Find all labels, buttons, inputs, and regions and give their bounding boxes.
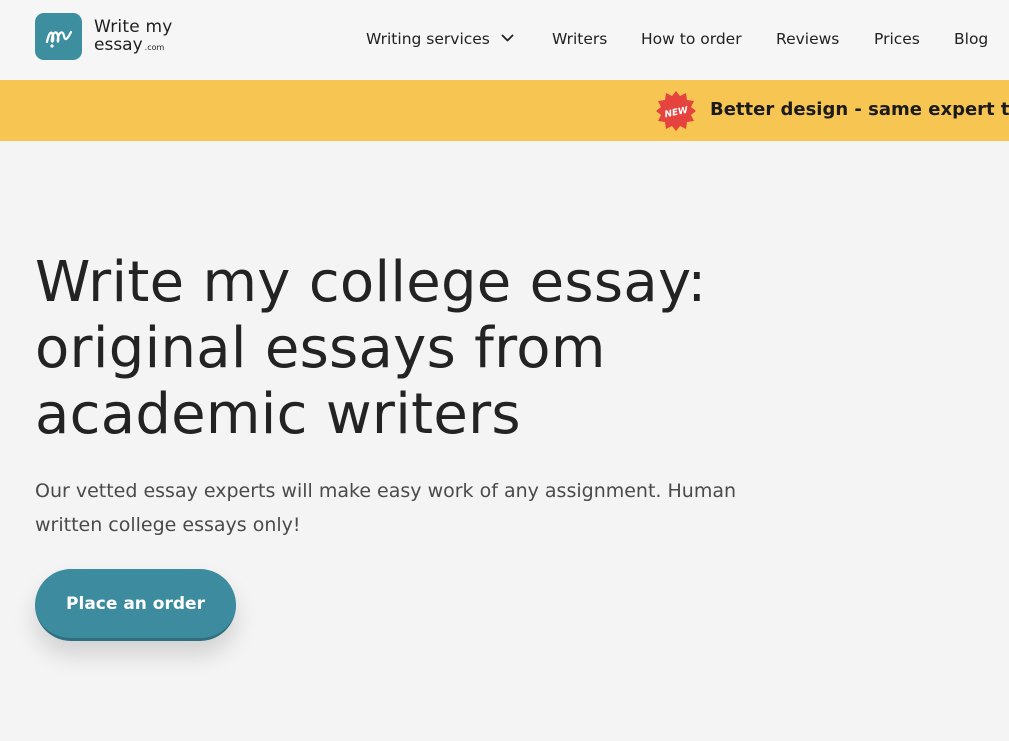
hero-subtitle-line-1: Our vetted essay experts will make easy … [35,480,737,502]
hero-title: Write my college essay: original essays … [35,250,835,448]
hero-subtitle: Our vetted essay experts will make easy … [35,474,855,542]
nav-writing-services-label: Writing services [366,30,490,48]
chevron-down-icon [501,27,514,49]
banner-message: Better design - same expert tea [710,99,1009,120]
nav-writing-services[interactable]: Writing services [366,28,514,50]
nav-how-to-order[interactable]: How to order [641,28,742,50]
site-header: Write my essay .com Writing services Writ… [0,0,1009,80]
new-badge-icon: NEW [655,90,697,132]
nav-blog[interactable]: Blog [954,28,988,50]
nav-prices[interactable]: Prices [874,28,920,50]
nav-reviews[interactable]: Reviews [776,28,839,50]
hero-title-line-2: original essays from [35,316,606,381]
hero-title-line-1: Write my college essay: [35,250,707,315]
announcement-banner[interactable]: NEW Better design - same expert tea [0,80,1009,141]
hero-subtitle-line-2: written college essays only! [35,514,301,536]
page: Write my essay .com Writing services Writ… [0,0,1009,741]
nav-writers[interactable]: Writers [552,28,607,50]
main-nav: Writing services Writers How to order Re… [0,28,1009,50]
place-order-button[interactable]: Place an order [35,569,236,641]
hero-title-line-3: academic writers [35,382,521,447]
